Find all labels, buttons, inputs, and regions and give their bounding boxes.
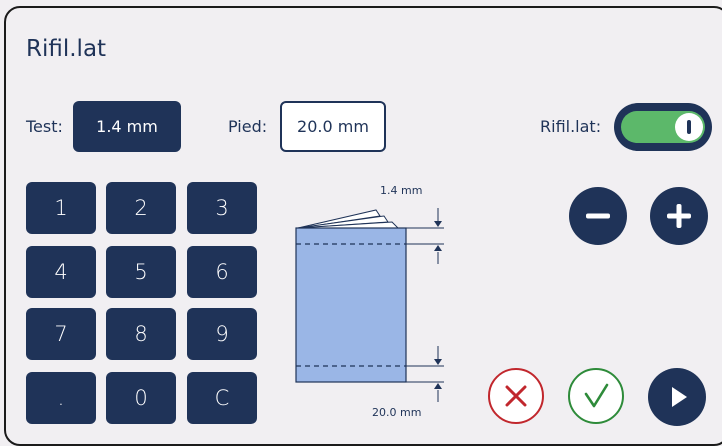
key-8[interactable]: 8 xyxy=(106,308,176,360)
key-4[interactable]: 4 xyxy=(26,246,96,298)
cancel-button[interactable] xyxy=(488,368,544,424)
key-c[interactable]: C xyxy=(187,372,257,424)
trim-diagram: 1.4 mm 20.0 mm xyxy=(295,184,444,419)
key-3[interactable]: 3 xyxy=(187,182,257,234)
pied-label: Pied: xyxy=(228,117,268,136)
rifil-lat-toggle-label: Rifil.lat: xyxy=(540,117,602,136)
key-1[interactable]: 1 xyxy=(26,182,96,234)
close-icon xyxy=(505,385,527,407)
test-value-field[interactable]: 1.4 mm xyxy=(73,101,181,152)
test-label: Test: xyxy=(26,117,63,136)
increase-button[interactable] xyxy=(650,187,708,245)
key-5[interactable]: 5 xyxy=(106,246,176,298)
confirm-button[interactable] xyxy=(568,368,624,424)
play-icon xyxy=(672,387,687,407)
rifil-lat-toggle[interactable] xyxy=(614,103,712,151)
paper-sheet xyxy=(295,227,407,383)
pied-value-field[interactable]: 20.0 mm xyxy=(280,101,386,152)
key-0[interactable]: 0 xyxy=(106,372,176,424)
minus-icon xyxy=(586,213,610,219)
key-9[interactable]: 9 xyxy=(187,308,257,360)
page-title: Rifil.lat xyxy=(26,36,107,62)
bottom-trim-label: 20.0 mm xyxy=(372,406,421,419)
key-6[interactable]: 6 xyxy=(187,246,257,298)
key-dot[interactable]: . xyxy=(26,372,96,424)
decrease-button[interactable] xyxy=(569,187,627,245)
plus-icon xyxy=(667,204,691,228)
toggle-track xyxy=(621,111,705,143)
check-icon xyxy=(584,383,609,408)
play-button[interactable] xyxy=(648,368,706,426)
top-trim-label: 1.4 mm xyxy=(380,184,422,197)
key-7[interactable]: 7 xyxy=(26,308,96,360)
toggle-knob xyxy=(675,113,703,141)
key-2[interactable]: 2 xyxy=(106,182,176,234)
